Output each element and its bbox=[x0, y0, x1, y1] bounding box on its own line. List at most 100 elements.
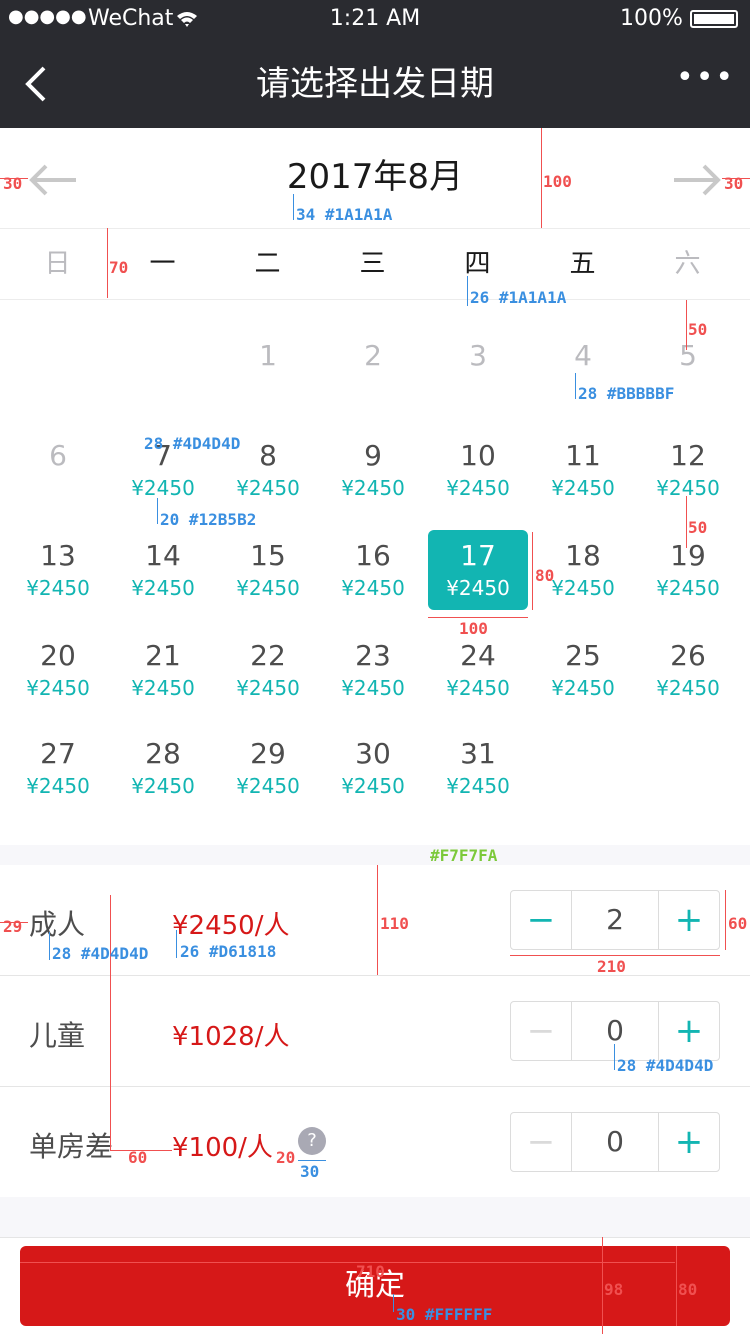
spec-annotation: 50 bbox=[688, 320, 708, 339]
day-price: ¥2450 bbox=[26, 576, 90, 600]
calendar-day[interactable]: 29 ¥2450 bbox=[218, 728, 318, 808]
status-bar: ●●●●● WeChat 1:21 AM 100% bbox=[0, 0, 750, 40]
traveler-label: 儿童 bbox=[29, 1019, 86, 1052]
section-gap bbox=[0, 845, 750, 865]
day-price: ¥2450 bbox=[26, 774, 90, 798]
quantity-stepper: − 0 + bbox=[510, 1112, 720, 1172]
spec-annotation: 30 bbox=[724, 174, 744, 193]
spec-annotation: 20 bbox=[276, 1148, 296, 1167]
weekday-sun: 日 bbox=[44, 249, 71, 279]
spec-annotation: 98 bbox=[604, 1280, 624, 1299]
increment-button[interactable]: + bbox=[658, 1113, 719, 1171]
calendar-day[interactable]: 25 ¥2450 bbox=[533, 630, 633, 710]
day-price: ¥2450 bbox=[656, 676, 720, 700]
day-price: ¥2450 bbox=[341, 774, 405, 798]
calendar-day: 6 bbox=[49, 439, 67, 472]
calendar-day[interactable]: 30 ¥2450 bbox=[323, 728, 423, 808]
day-price: ¥2450 bbox=[236, 676, 300, 700]
spec-annotation: #F7F7FA bbox=[430, 846, 498, 865]
spec-annotation: 210 bbox=[597, 957, 626, 976]
day-price: ¥2450 bbox=[26, 676, 90, 700]
day-price: ¥2450 bbox=[656, 476, 720, 500]
calendar-day[interactable]: 16 ¥2450 bbox=[323, 530, 423, 610]
spec-annotation: 710 bbox=[356, 1262, 385, 1281]
day-price: ¥2450 bbox=[656, 576, 720, 600]
day-price: ¥2450 bbox=[446, 676, 510, 700]
calendar-day[interactable]: 12 ¥2450 bbox=[638, 430, 738, 510]
weekday-wed: 三 bbox=[359, 249, 386, 279]
spec-annotation: 30 bbox=[300, 1162, 320, 1181]
spec-annotation: 34 #1A1A1A bbox=[296, 205, 393, 224]
calendar-day[interactable]: 31 ¥2450 bbox=[428, 728, 528, 808]
day-price: ¥2450 bbox=[341, 476, 405, 500]
more-menu-button[interactable]: ••• bbox=[676, 60, 733, 100]
spec-annotation: 29 bbox=[3, 917, 23, 936]
month-title: 2017年8月 bbox=[286, 157, 464, 197]
calendar-day[interactable]: 23 ¥2450 bbox=[323, 630, 423, 710]
calendar-day[interactable]: 27 ¥2450 bbox=[8, 728, 108, 808]
increment-button[interactable]: + bbox=[658, 1002, 719, 1060]
day-price: ¥2450 bbox=[236, 476, 300, 500]
calendar-day[interactable]: 26 ¥2450 bbox=[638, 630, 738, 710]
spec-annotation: 110 bbox=[380, 914, 409, 933]
help-icon[interactable]: ? bbox=[298, 1127, 326, 1155]
calendar-day[interactable]: 15 ¥2450 bbox=[218, 530, 318, 610]
increment-button[interactable]: + bbox=[658, 891, 719, 949]
calendar-day: 3 bbox=[469, 339, 487, 372]
footer-divider bbox=[0, 1237, 750, 1238]
calendar-day-selected[interactable]: 17 ¥2450 bbox=[428, 530, 528, 610]
decrement-button[interactable]: − bbox=[511, 1113, 572, 1171]
traveler-label: 成人 bbox=[29, 908, 86, 941]
spec-annotation: 100 bbox=[459, 619, 488, 638]
spec-annotation: 70 bbox=[109, 258, 129, 277]
quantity-value: 2 bbox=[606, 903, 624, 936]
weekday-sat: 六 bbox=[674, 249, 701, 279]
calendar-day[interactable]: 21 ¥2450 bbox=[113, 630, 213, 710]
decrement-button[interactable]: − bbox=[511, 891, 572, 949]
traveler-price: ¥2450/人 bbox=[172, 911, 290, 941]
calendar-day[interactable]: 19 ¥2450 bbox=[638, 530, 738, 610]
quantity-stepper: − 0 + bbox=[510, 1001, 720, 1061]
spec-annotation: 30 bbox=[3, 174, 23, 193]
day-price: ¥2450 bbox=[446, 476, 510, 500]
spec-annotation: 80 bbox=[678, 1280, 698, 1299]
traveler-row-single-room: 单房差 ¥100/人 ? − 0 + bbox=[0, 1087, 750, 1197]
calendar-day[interactable]: 14 ¥2450 bbox=[113, 530, 213, 610]
decrement-button[interactable]: − bbox=[511, 1002, 572, 1060]
bottom-gap bbox=[0, 1197, 750, 1237]
battery-icon bbox=[690, 10, 738, 28]
calendar-day[interactable]: 9 ¥2450 bbox=[323, 430, 423, 510]
day-price: ¥2450 bbox=[551, 476, 615, 500]
spec-annotation: 60 bbox=[128, 1148, 148, 1167]
calendar-day: 2 bbox=[364, 339, 382, 372]
calendar-day[interactable]: 22 ¥2450 bbox=[218, 630, 318, 710]
spec-annotation: 28 #4D4D4D bbox=[52, 944, 149, 963]
calendar-day[interactable]: 20 ¥2450 bbox=[8, 630, 108, 710]
day-price: ¥2450 bbox=[236, 576, 300, 600]
calendar-day[interactable]: 28 ¥2450 bbox=[113, 728, 213, 808]
day-price: ¥2450 bbox=[131, 476, 195, 500]
spec-annotation: 20 #12B5B2 bbox=[160, 510, 257, 529]
spec-annotation: 60 bbox=[728, 914, 748, 933]
quantity-value: 0 bbox=[606, 1014, 624, 1047]
spec-annotation: 28 #4D4D4D bbox=[617, 1056, 714, 1075]
quantity-value: 0 bbox=[606, 1125, 624, 1158]
calendar-day[interactable]: 24 ¥2450 bbox=[428, 630, 528, 710]
next-month-button[interactable] bbox=[672, 160, 722, 200]
day-price: ¥2450 bbox=[131, 576, 195, 600]
day-price: ¥2450 bbox=[341, 676, 405, 700]
spec-annotation: 26 #1A1A1A bbox=[470, 288, 567, 307]
day-price: ¥2450 bbox=[446, 576, 510, 600]
calendar-day[interactable]: 10 ¥2450 bbox=[428, 430, 528, 510]
spec-annotation: 80 bbox=[535, 566, 555, 585]
spec-annotation: 50 bbox=[688, 518, 708, 537]
nav-bar: 请选择出发日期 ••• bbox=[0, 40, 750, 128]
spec-annotation: 28 #BBBBBF bbox=[578, 384, 675, 403]
calendar-day[interactable]: 11 ¥2450 bbox=[533, 430, 633, 510]
calendar-day[interactable]: 13 ¥2450 bbox=[8, 530, 108, 610]
traveler-price: ¥1028/人 bbox=[172, 1022, 290, 1052]
confirm-button[interactable]: 确定 bbox=[20, 1246, 730, 1326]
quantity-stepper: − 2 + bbox=[510, 890, 720, 950]
weekday-tue: 二 bbox=[254, 249, 281, 279]
day-price: ¥2450 bbox=[131, 676, 195, 700]
